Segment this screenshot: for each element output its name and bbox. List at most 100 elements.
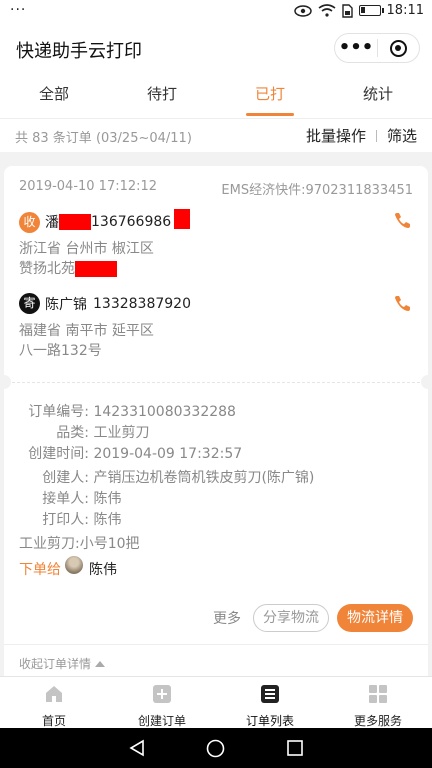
- created-value: 2019-04-09 17:32:57: [93, 446, 243, 462]
- back-icon[interactable]: [128, 739, 146, 757]
- receiver-phone: 136766986: [91, 214, 172, 230]
- mini-program-capsule: •••: [334, 33, 420, 63]
- plus-square-icon: [153, 685, 171, 703]
- batch-operation-button[interactable]: 批量操作: [306, 125, 366, 146]
- card-divider: [12, 382, 420, 383]
- printer-value: 陈伟: [93, 512, 122, 528]
- app-header: 快递助手云打印 •••: [0, 24, 432, 72]
- actions-divider: [375, 129, 377, 142]
- express-tracking: EMS经济快件:9702311833451: [221, 183, 413, 198]
- status-icons: 18:11: [293, 3, 424, 18]
- list-icon: [261, 685, 279, 703]
- sender-phone-icon[interactable]: [392, 294, 412, 314]
- created-label: 创建时间:: [28, 446, 89, 462]
- order-number-label: 订单编号:: [28, 404, 89, 420]
- order-tabs: 全部 待打 已打 统计: [0, 72, 432, 118]
- home-circle-icon[interactable]: [206, 739, 225, 758]
- printer-row: 打印人: 陈伟: [19, 510, 314, 531]
- home-icon: [46, 686, 62, 702]
- order-actions: 更多 分享物流 物流详情: [209, 604, 413, 632]
- receiver-phone-icon[interactable]: [392, 211, 412, 231]
- summary-actions: 批量操作 筛选: [306, 125, 417, 146]
- avatar: [65, 556, 83, 574]
- more-options-button[interactable]: •••: [335, 33, 377, 63]
- printer-label: 打印人:: [42, 512, 89, 528]
- sender-name: 陈广锦: [45, 297, 87, 313]
- order-card: 2019-04-10 17:12:12 EMS经济快件:970231183345…: [0, 166, 432, 686]
- sender-phone: 13328387920: [93, 296, 191, 312]
- close-mini-program-button[interactable]: [378, 39, 419, 57]
- logistics-detail-button[interactable]: 物流详情: [337, 604, 413, 632]
- sender-region: 福建省 南平市 延平区: [19, 323, 154, 339]
- order-to-name: 陈伟: [89, 562, 117, 578]
- receiver-street-line: 赞扬北苑: [19, 259, 154, 279]
- taker-row: 接单人: 陈伟: [19, 489, 314, 510]
- eye-icon: [293, 4, 312, 17]
- receiver-street: 赞扬北苑: [19, 261, 75, 277]
- order-details: 订单编号: 1423310080332288 品类: 工业剪刀 创建时间: 20…: [19, 402, 314, 555]
- order-meta: 2019-04-10 17:12:12 EMS经济快件:970231183345…: [19, 179, 413, 198]
- nav-create-order-label: 创建订单: [137, 714, 186, 728]
- status-bar: ··· 18:11: [0, 0, 432, 24]
- sender-street: 八一路132号: [19, 343, 102, 359]
- category-label: 品类:: [56, 425, 89, 441]
- tab-statistics[interactable]: 统计: [324, 72, 432, 118]
- filter-button[interactable]: 筛选: [387, 125, 417, 146]
- category-value: 工业剪刀: [93, 425, 150, 441]
- share-logistics-button[interactable]: 分享物流: [253, 604, 329, 632]
- wifi-icon: [318, 4, 336, 17]
- collapse-label: 收起订单详情: [19, 657, 92, 671]
- nav-more-services[interactable]: 更多服务: [324, 677, 432, 728]
- order-number-row: 订单编号: 1423310080332288: [19, 402, 314, 423]
- category-row: 品类: 工业剪刀: [19, 423, 314, 444]
- order-number: 1423310080332288: [93, 404, 236, 420]
- recents-icon[interactable]: [287, 740, 303, 756]
- nav-order-list[interactable]: 订单列表: [216, 677, 324, 728]
- nav-more-services-label: 更多服务: [353, 714, 402, 728]
- created-row: 创建时间: 2019-04-09 17:32:57: [19, 444, 314, 465]
- order-count: 共 83 条订单 (03/25~04/11): [15, 131, 192, 146]
- system-nav-bar: [0, 728, 432, 768]
- tab-pending-print[interactable]: 待打: [108, 72, 216, 118]
- sender-badge: 寄: [19, 293, 40, 314]
- battery-icon: [358, 5, 384, 16]
- tab-all[interactable]: 全部: [0, 72, 108, 118]
- grid-icon: [369, 685, 387, 703]
- receiver-name: 潘: [45, 215, 59, 231]
- collapse-divider: [4, 644, 428, 645]
- status-menu-dots: ···: [10, 2, 27, 18]
- app-title: 快递助手云打印: [16, 41, 142, 62]
- creator-row: 创建人: 产销压边机卷筒机铁皮剪刀(陈广锦): [19, 468, 314, 489]
- sim-icon: [341, 3, 353, 18]
- target-icon: [389, 39, 407, 57]
- sender-line: 陈广锦 13328387920: [45, 294, 191, 314]
- card-notch-left: [0, 375, 11, 389]
- order-to-label: 下单给: [19, 562, 61, 578]
- taker-value: 陈伟: [93, 491, 122, 507]
- order-assignee: 下单给 陈伟: [19, 556, 117, 579]
- sender-address: 福建省 南平市 延平区 八一路132号: [19, 321, 154, 361]
- order-datetime: 2019-04-10 17:12:12: [19, 179, 158, 194]
- receiver-region: 浙江省 台州市 椒江区: [19, 241, 154, 257]
- creator-value: 产销压边机卷筒机铁皮剪刀(陈广锦): [93, 470, 315, 486]
- order-summary-bar: 共 83 条订单 (03/25~04/11) 批量操作 筛选: [0, 118, 432, 152]
- receiver-line: 潘 136766986: [45, 209, 191, 232]
- more-button[interactable]: 更多: [209, 608, 245, 628]
- taker-label: 接单人:: [42, 491, 89, 507]
- nav-home[interactable]: 首页: [0, 677, 108, 728]
- nav-home-label: 首页: [41, 714, 66, 728]
- chevron-up-icon: [95, 660, 106, 667]
- goods-row: 工业剪刀:小号10把: [19, 536, 140, 552]
- creator-label: 创建人:: [42, 470, 89, 486]
- receiver-badge: 收: [19, 212, 40, 233]
- redaction-block: [174, 209, 191, 229]
- receiver-address: 浙江省 台州市 椒江区 赞扬北苑: [19, 239, 154, 279]
- bottom-nav: 首页 创建订单 订单列表 更多服务: [0, 676, 432, 728]
- status-time: 18:11: [386, 3, 424, 18]
- nav-create-order[interactable]: 创建订单: [108, 677, 216, 728]
- redaction-block: [75, 261, 117, 277]
- redaction-block: [59, 214, 91, 230]
- collapse-details-button[interactable]: 收起订单详情: [19, 655, 106, 672]
- tab-printed[interactable]: 已打: [216, 72, 324, 118]
- nav-order-list-label: 订单列表: [245, 714, 294, 728]
